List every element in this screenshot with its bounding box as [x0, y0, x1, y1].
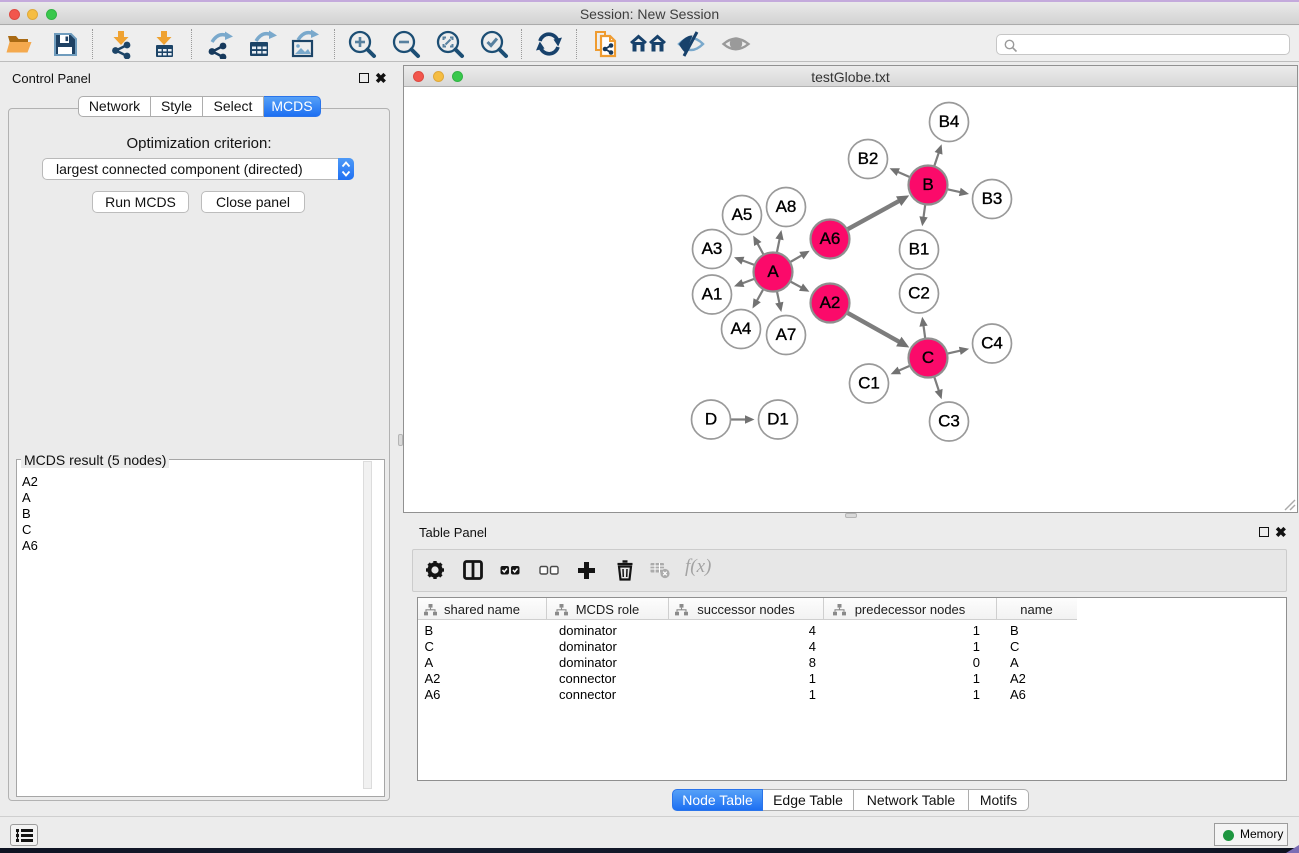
svg-text:A7: A7 [776, 325, 797, 344]
svg-text:A6: A6 [820, 229, 841, 248]
svg-text:A: A [767, 262, 779, 281]
svg-text:D: D [705, 410, 717, 429]
svg-text:B: B [922, 175, 933, 194]
svg-text:C2: C2 [908, 284, 930, 303]
svg-text:A2: A2 [820, 293, 841, 312]
svg-text:B1: B1 [909, 240, 930, 259]
svg-text:B4: B4 [939, 112, 960, 131]
svg-text:A8: A8 [776, 197, 797, 216]
svg-text:D1: D1 [767, 410, 789, 429]
svg-text:B3: B3 [982, 189, 1003, 208]
svg-text:B2: B2 [858, 149, 879, 168]
svg-text:A1: A1 [702, 285, 723, 304]
svg-text:A5: A5 [732, 205, 753, 224]
svg-text:C: C [922, 348, 934, 367]
svg-text:C1: C1 [858, 374, 880, 393]
svg-text:A3: A3 [702, 239, 723, 258]
svg-text:C3: C3 [938, 412, 960, 431]
svg-text:C4: C4 [981, 334, 1003, 353]
svg-text:A4: A4 [731, 319, 752, 338]
